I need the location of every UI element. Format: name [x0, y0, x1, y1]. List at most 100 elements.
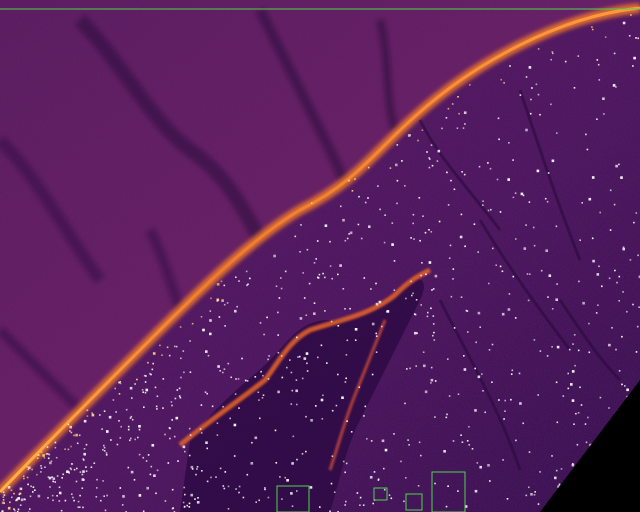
speckle	[129, 386, 133, 390]
speckle	[460, 213, 463, 216]
speckle	[345, 462, 348, 465]
speckle	[205, 441, 208, 444]
speckle	[418, 197, 421, 199]
speckle	[599, 396, 602, 399]
speckle	[258, 399, 260, 401]
speckle	[182, 501, 185, 504]
speckle	[577, 349, 580, 352]
speckle	[618, 275, 621, 278]
speckle	[130, 415, 133, 418]
speckle	[615, 348, 617, 351]
speckle	[179, 396, 182, 399]
speckle	[464, 245, 466, 248]
speckle	[341, 396, 344, 399]
speckle	[143, 406, 145, 408]
speckle	[346, 237, 349, 240]
speckle	[388, 494, 391, 496]
speckle	[354, 339, 357, 341]
speckle	[36, 457, 39, 459]
speckle	[383, 241, 386, 244]
speckle	[70, 445, 72, 448]
speckle	[206, 480, 209, 483]
speckle	[238, 407, 240, 409]
speckle	[171, 404, 173, 407]
speckle	[91, 413, 95, 417]
speckle	[525, 76, 528, 78]
speckle	[568, 348, 571, 351]
speckle	[620, 176, 623, 179]
speckle	[174, 397, 177, 400]
speckle	[85, 470, 88, 472]
speckle	[375, 282, 377, 285]
speckle	[537, 48, 540, 50]
speckle	[413, 238, 415, 240]
speckle	[556, 283, 558, 285]
speckle	[633, 56, 636, 60]
speckle	[102, 480, 104, 482]
speckle	[197, 497, 199, 499]
speckle	[419, 239, 421, 242]
speckle	[551, 159, 555, 163]
speckle	[202, 328, 205, 332]
speckle	[630, 14, 632, 16]
speckle	[367, 166, 370, 169]
speckle	[144, 381, 147, 383]
speckle	[3, 494, 6, 496]
speckle	[152, 362, 154, 365]
speckle	[47, 497, 49, 499]
speckle	[412, 213, 415, 216]
speckle	[188, 427, 191, 430]
speckle	[537, 394, 539, 396]
speckle	[13, 492, 15, 495]
speckle	[591, 237, 594, 240]
speckle	[313, 262, 316, 264]
speckle	[167, 462, 170, 464]
speckle	[229, 417, 231, 420]
speckle	[138, 494, 142, 497]
speckle	[404, 185, 406, 187]
speckle	[429, 158, 431, 160]
speckle	[523, 247, 527, 250]
speckle	[118, 420, 120, 422]
speckle	[487, 464, 490, 467]
speckle	[303, 297, 306, 299]
speckle	[450, 179, 452, 182]
speckle	[499, 265, 502, 268]
speckle	[103, 495, 105, 497]
speckle	[501, 312, 505, 316]
speckle	[613, 203, 616, 206]
speckle	[264, 488, 266, 491]
speckle	[529, 112, 532, 115]
speckle	[183, 371, 185, 374]
speckle	[409, 367, 411, 370]
speckle	[386, 310, 388, 313]
speckle	[344, 239, 347, 242]
speckle	[531, 87, 533, 89]
speckle	[241, 357, 243, 360]
speckle	[56, 475, 59, 477]
speckle	[503, 418, 505, 420]
speckle	[166, 346, 169, 349]
speckle	[456, 127, 459, 129]
speckle	[432, 288, 435, 290]
speckle	[548, 274, 552, 277]
speckle	[579, 239, 581, 241]
speckle	[211, 405, 214, 408]
speckle	[452, 278, 454, 280]
speckle	[451, 103, 454, 105]
speckle	[576, 443, 579, 446]
speckle	[133, 479, 136, 481]
speckle	[26, 466, 29, 468]
speckle	[596, 273, 600, 276]
speckle	[596, 118, 598, 120]
speckle	[515, 238, 517, 240]
speckle	[578, 280, 580, 283]
speckle	[149, 372, 151, 375]
speckle	[428, 166, 431, 169]
speckle	[507, 308, 511, 311]
speckle	[349, 231, 353, 235]
speckle	[114, 387, 116, 390]
speckle	[596, 59, 599, 61]
speckle	[295, 379, 298, 381]
speckle	[145, 460, 148, 462]
